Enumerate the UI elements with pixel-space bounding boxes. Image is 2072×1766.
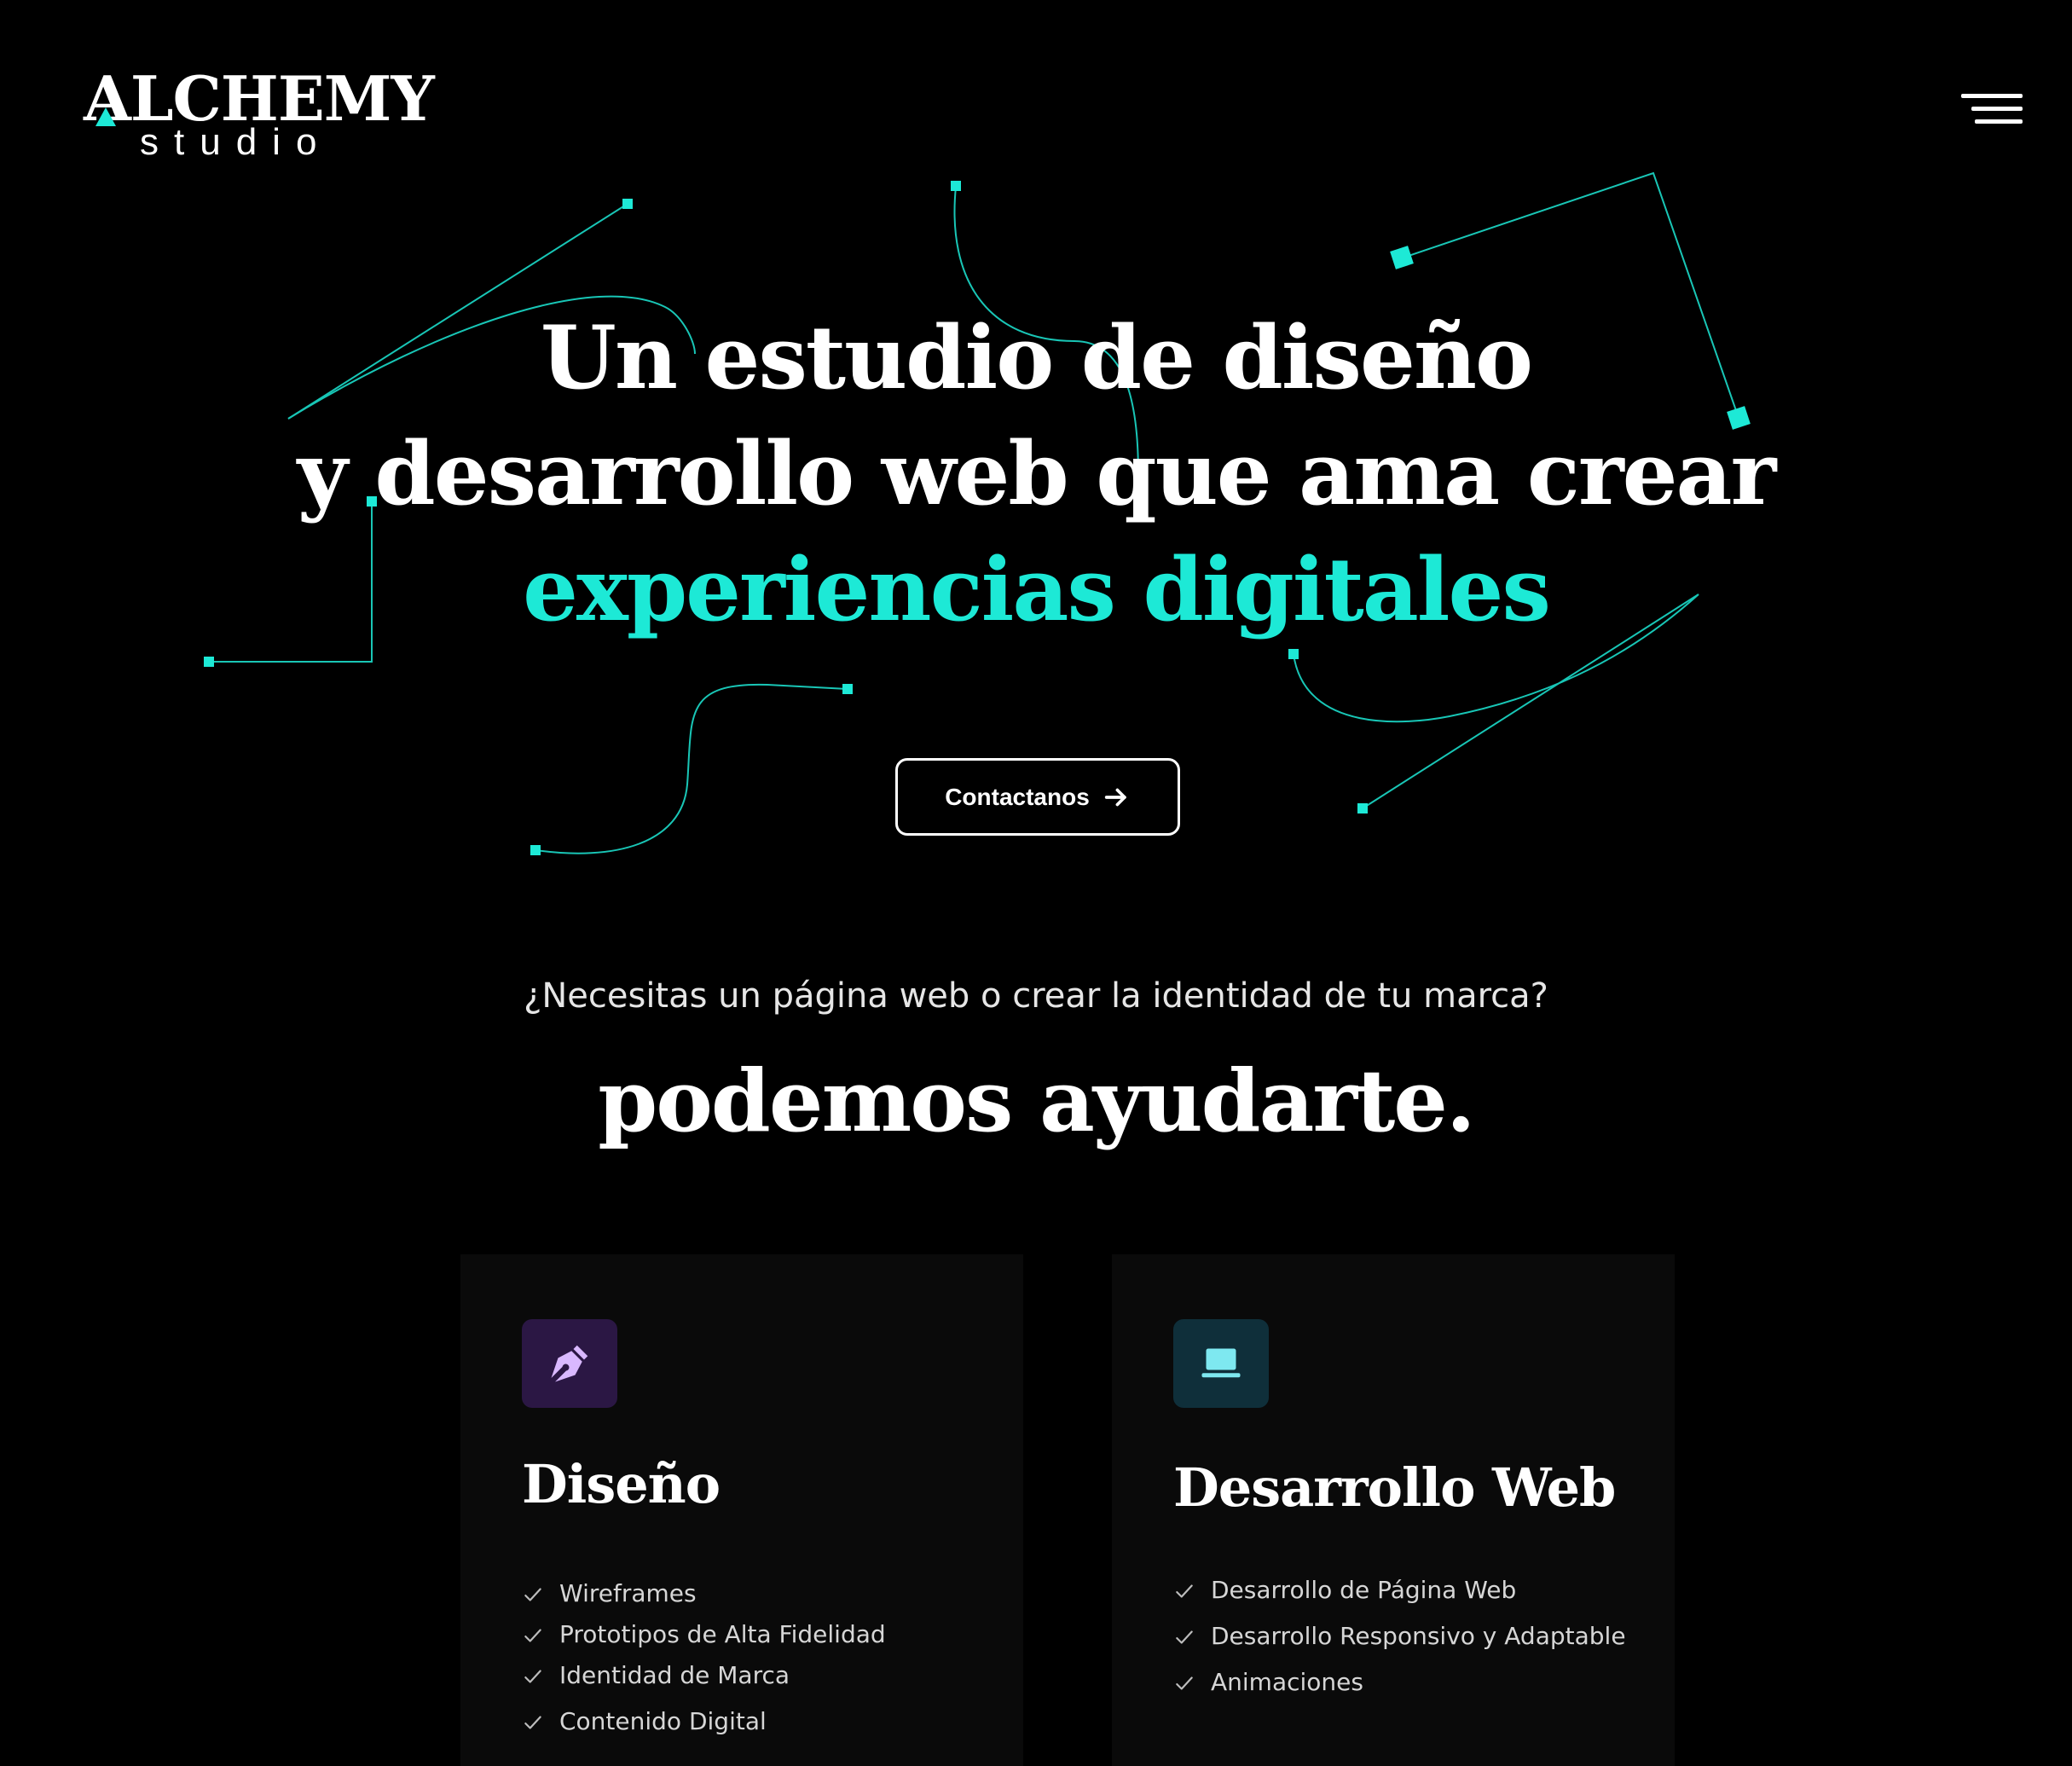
hamburger-menu-icon[interactable] <box>1958 89 2023 131</box>
hero-title: Un estudio de diseño y desarrollo web qu… <box>0 300 2072 648</box>
menu-line <box>1975 119 2023 124</box>
logo-subtitle: studio <box>140 121 333 163</box>
curve-bottom-left <box>535 683 848 854</box>
anchor-point <box>1357 803 1368 814</box>
arrow-right-icon <box>1104 788 1126 806</box>
feature-item-label: Identidad de Marca <box>559 1661 790 1689</box>
check-icon <box>524 1588 541 1601</box>
laptop-icon <box>1201 1348 1241 1378</box>
check-icon <box>524 1629 541 1642</box>
feature-item-label: Animaciones <box>1211 1668 1363 1696</box>
contact-button-label: Contactanos <box>945 783 1090 810</box>
hero-title-line-1: Un estudio de diseño <box>540 307 1533 409</box>
feature-item: Desarrollo de Página Web <box>1173 1575 1626 1621</box>
intro-question: ¿Necesitas un página web o crear la iden… <box>524 976 1548 1016</box>
intro-heading: podemos ayudarte. <box>598 1051 1475 1151</box>
logo-letter-a: A <box>84 63 131 135</box>
feature-item: Wireframes <box>522 1578 886 1619</box>
check-icon <box>524 1716 541 1729</box>
service-card-web-development: Desarrollo Web Desarrollo de Página Web … <box>1112 1254 1675 1766</box>
feature-list-web-development: Desarrollo de Página Web Desarrollo Resp… <box>1173 1575 1626 1713</box>
menu-line <box>1961 94 2023 98</box>
service-card-design: Diseño Wireframes Prototipos de Alta Fid… <box>460 1254 1023 1766</box>
hero-title-line-2: y desarrollo web que ama crear <box>297 423 1777 525</box>
anchor-point <box>622 199 633 209</box>
anchor-point <box>204 657 214 667</box>
check-icon <box>1176 1584 1193 1598</box>
check-icon <box>1176 1676 1193 1690</box>
service-title-web-development: Desarrollo Web <box>1173 1456 1616 1519</box>
logo-triangle-icon <box>95 107 116 126</box>
anchor-point <box>951 181 961 191</box>
feature-item: Identidad de Marca <box>522 1660 886 1701</box>
anchor-point <box>1390 246 1414 269</box>
feature-item: Prototipos de Alta Fidelidad <box>522 1619 886 1660</box>
feature-item: Desarrollo Responsivo y Adaptable <box>1173 1621 1626 1667</box>
hero-title-accent: experiencias digitales <box>523 539 1551 641</box>
feature-item: Animaciones <box>1173 1667 1626 1713</box>
pen-tool-icon <box>551 1345 588 1382</box>
decorative-bezier-curves <box>204 171 1751 855</box>
feature-item-label: Prototipos de Alta Fidelidad <box>559 1620 886 1648</box>
check-icon <box>1176 1630 1193 1644</box>
feature-item-label: Contenido Digital <box>559 1707 767 1735</box>
anchor-point <box>530 845 541 855</box>
laptop-icon-badge <box>1173 1319 1269 1408</box>
alchemy-studio-logo[interactable]: A LCHEMY studio <box>84 63 435 165</box>
feature-list-design: Wireframes Prototipos de Alta Fidelidad … <box>522 1578 886 1747</box>
menu-line <box>1971 107 2023 111</box>
anchor-point <box>842 684 853 694</box>
contact-button[interactable]: Contactanos <box>895 758 1180 836</box>
feature-item-label: Desarrollo de Página Web <box>1211 1576 1517 1604</box>
anchor-point <box>1288 649 1299 659</box>
feature-item-label: Wireframes <box>559 1579 697 1607</box>
feature-item-label: Desarrollo Responsivo y Adaptable <box>1211 1622 1626 1650</box>
service-title-design: Diseño <box>522 1453 721 1515</box>
pen-tool-icon-badge <box>522 1319 617 1408</box>
check-icon <box>524 1670 541 1683</box>
